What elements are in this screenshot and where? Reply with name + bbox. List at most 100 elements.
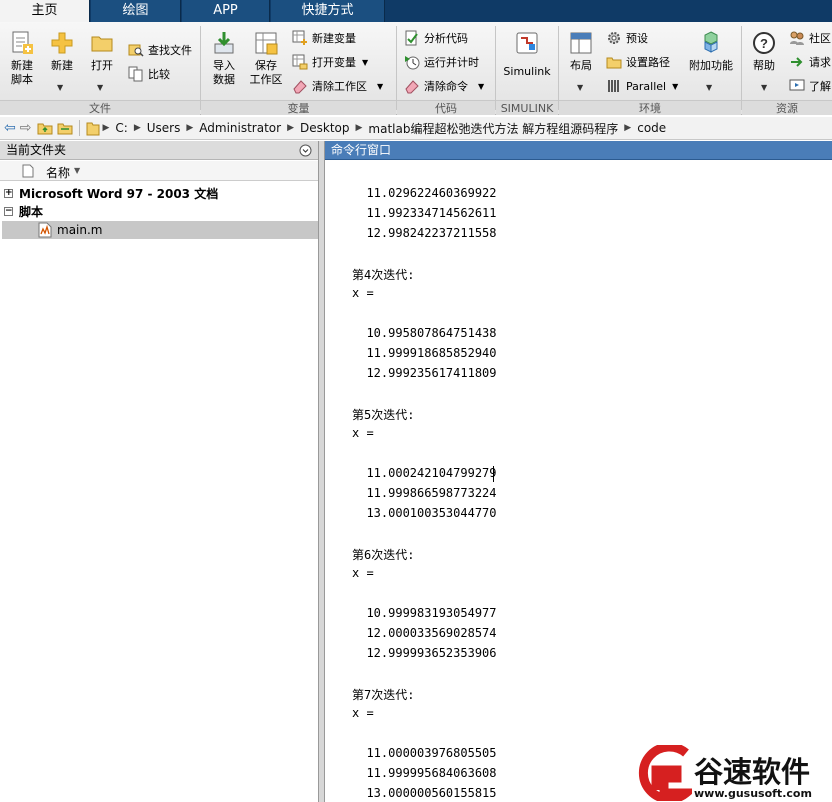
forward-arrow-icon[interactable]: ⇨ <box>20 120 32 136</box>
simulink-icon <box>516 32 538 54</box>
file-column-icon <box>22 164 34 178</box>
addons-button[interactable]: 附加功能 <box>686 30 736 73</box>
group-separator <box>741 26 742 110</box>
output-line: x = <box>352 566 374 580</box>
layout-label: 布局 <box>570 59 592 72</box>
breadcrumb-project-folder[interactable]: matlab编程超松弛迭代方法 解方程组源码程序 <box>364 120 622 137</box>
expand-plus-icon[interactable]: + <box>4 189 13 198</box>
open-variable-label: 打开变量 <box>312 56 356 69</box>
clear-commands-dropdown-icon[interactable]: ▼ <box>478 82 484 91</box>
parallel-button[interactable]: Parallel ▼ <box>606 76 678 96</box>
import-data-button[interactable]: 导入 数据 <box>206 30 242 87</box>
new-variable-icon <box>292 30 307 45</box>
preferences-button[interactable]: 预设 <box>606 28 648 48</box>
address-divider <box>79 120 81 136</box>
compare-label: 比较 <box>148 68 170 81</box>
community-button[interactable]: 社区 <box>789 28 831 48</box>
browse-folder-icon[interactable] <box>57 120 73 136</box>
panel-actions-icon[interactable] <box>299 144 312 157</box>
output-line: 第5次迭代: <box>352 408 415 422</box>
output-line: x = <box>352 286 374 300</box>
open-dropdown-arrow[interactable]: ▼ <box>97 83 103 92</box>
new-dropdown-arrow[interactable]: ▼ <box>57 83 63 92</box>
new-button[interactable]: 新建 <box>46 30 78 73</box>
community-label: 社区 <box>809 32 831 45</box>
open-variable-button[interactable]: 打开变量 ▼ <box>292 52 368 72</box>
crumb-separator: ▶ <box>133 123 141 133</box>
text-cursor <box>493 466 494 482</box>
file-row-main-m[interactable]: main.m <box>2 221 318 239</box>
help-button[interactable]: ? 帮助 <box>748 30 780 73</box>
compare-button[interactable]: 比较 <box>128 64 170 84</box>
watermark-url: www.gususoft.com <box>694 787 812 800</box>
analyze-code-label: 分析代码 <box>424 32 468 45</box>
open-label: 打开 <box>91 59 113 72</box>
clear-workspace-button[interactable]: 清除工作区 ▼ <box>292 76 383 96</box>
analyze-code-button[interactable]: 分析代码 <box>404 28 468 48</box>
group-separator <box>200 26 201 110</box>
preferences-label: 预设 <box>626 32 648 45</box>
tab-apps[interactable]: APP <box>182 0 270 22</box>
help-dropdown-arrow[interactable]: ▼ <box>761 83 767 92</box>
clear-commands-label: 清除命令 <box>424 80 468 93</box>
new-variable-button[interactable]: 新建变量 <box>292 28 356 48</box>
set-path-button[interactable]: 设置路径 <box>606 52 670 72</box>
svg-text:?: ? <box>760 36 768 51</box>
environment-group-label: 环境 <box>559 100 741 115</box>
output-line: 第4次迭代: <box>352 268 415 282</box>
find-files-label: 查找文件 <box>148 44 192 57</box>
name-column-header[interactable]: 名称 <box>46 164 70 181</box>
find-files-icon <box>128 44 144 57</box>
breadcrumb-users[interactable]: Users <box>143 121 185 135</box>
layout-dropdown-arrow[interactable]: ▼ <box>577 83 583 92</box>
tab-home[interactable]: 主页 <box>0 0 90 22</box>
folder-icon <box>91 36 113 52</box>
crumb-separator: ▶ <box>624 123 632 133</box>
new-variable-label: 新建变量 <box>312 32 356 45</box>
save-workspace-button[interactable]: 保存 工作区 <box>246 30 286 87</box>
collapse-minus-icon[interactable]: − <box>4 207 13 216</box>
column-header-row: 名称 ▼ <box>0 161 318 181</box>
parallel-icon <box>608 80 619 92</box>
simulink-button[interactable]: Simulink <box>502 30 552 78</box>
tree-group-word-docs[interactable]: + Microsoft Word 97 - 2003 文档 <box>0 185 318 203</box>
tab-shortcuts[interactable]: 快捷方式 <box>271 0 385 22</box>
breadcrumb-administrator[interactable]: Administrator <box>195 121 285 135</box>
output-line: 10.999983193054977 <box>352 606 497 620</box>
parallel-dropdown-icon[interactable]: ▼ <box>672 82 678 91</box>
output-line: 11.000242104799279 <box>352 466 497 480</box>
find-files-button[interactable]: 查找文件 <box>128 40 192 60</box>
clear-commands-button[interactable]: 清除命令 ▼ <box>404 76 484 96</box>
learn-button[interactable]: 了解 <box>789 76 831 96</box>
layout-button[interactable]: 布局 <box>564 30 598 73</box>
simulink-group-label: SIMULINK <box>496 100 558 115</box>
up-folder-icon[interactable] <box>37 120 53 136</box>
learn-icon <box>789 79 805 91</box>
current-folder-header: 当前文件夹 <box>0 141 318 160</box>
breadcrumb-code[interactable]: code <box>633 121 670 135</box>
file-group-label: 文件 <box>0 100 200 115</box>
addons-dropdown-arrow[interactable]: ▼ <box>706 83 712 92</box>
open-variable-dropdown-icon[interactable]: ▼ <box>362 58 368 67</box>
tree-group-scripts[interactable]: − 脚本 <box>0 203 318 221</box>
request-support-button[interactable]: 请求 <box>789 52 831 72</box>
command-window-panel[interactable]: 命令行窗口 11.029622460369922 11.992334714562… <box>324 141 832 802</box>
save-workspace-icon <box>255 32 278 55</box>
tab-plots[interactable]: 绘图 <box>91 0 181 22</box>
help-label: 帮助 <box>753 59 775 72</box>
clear-workspace-dropdown-icon[interactable]: ▼ <box>377 82 383 91</box>
open-variable-icon <box>292 54 308 70</box>
variable-group-label: 变量 <box>201 100 396 115</box>
run-and-time-icon <box>405 56 420 70</box>
command-window-title: 命令行窗口 <box>331 143 392 157</box>
back-arrow-icon[interactable]: ⇦ <box>4 120 16 136</box>
run-and-time-button[interactable]: 运行并计时 <box>404 52 479 72</box>
toolstrip-ribbon: 新建 脚本 新建 ▼ 打开 ▼ 查找文件 比较 文件 导入 数据 保存 工作区 … <box>0 22 832 115</box>
open-button[interactable]: 打开 <box>86 30 118 73</box>
new-script-button[interactable]: 新建 脚本 <box>4 30 40 87</box>
breadcrumb-desktop[interactable]: Desktop <box>296 121 354 135</box>
output-line: 12.999235617411809 <box>352 366 497 380</box>
output-line: 11.000003976805505 <box>352 746 497 760</box>
sort-arrow-icon[interactable]: ▼ <box>74 166 80 175</box>
breadcrumb-drive[interactable]: C: <box>111 121 131 135</box>
